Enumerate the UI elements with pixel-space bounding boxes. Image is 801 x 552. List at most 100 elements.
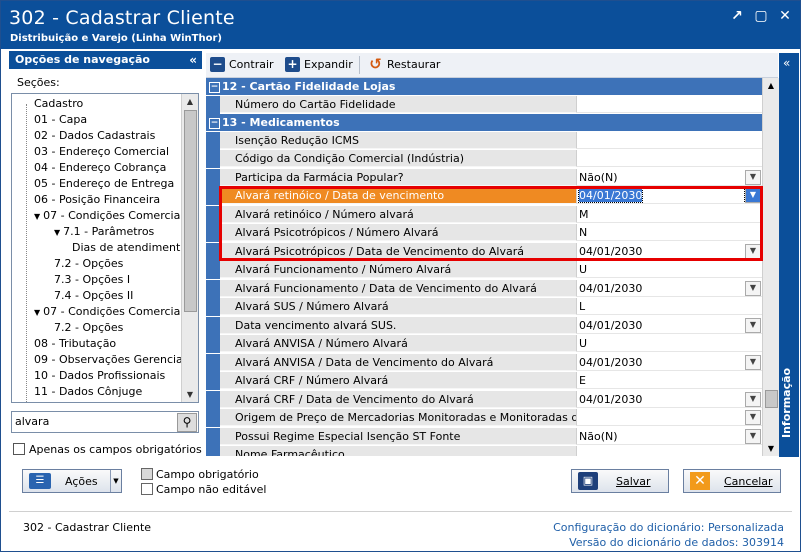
collapse-button[interactable]: − Contrair bbox=[210, 57, 274, 72]
restore-button[interactable]: ↺ Restaurar bbox=[368, 57, 440, 72]
property-row[interactable]: Alvará Psicotrópicos / Número Alvará N bbox=[206, 224, 763, 242]
search-icon[interactable]: ⚲ bbox=[177, 413, 197, 432]
dropdown-icon[interactable]: ▼ bbox=[745, 281, 761, 296]
property-row[interactable]: Alvará ANVISA / Número Alvará U bbox=[206, 335, 763, 353]
dropdown-icon[interactable]: ▼ bbox=[745, 355, 761, 370]
property-row[interactable]: Origem de Preço de Mercadorias Monitorad… bbox=[206, 409, 763, 427]
grid-scrollbar[interactable]: ▲ ▼ bbox=[762, 78, 779, 456]
grid-scroll-up-icon[interactable]: ▲ bbox=[763, 78, 779, 93]
property-value-text[interactable]: 04/01/2030 bbox=[579, 393, 642, 406]
property-value[interactable]: 04/01/2030 ▼ bbox=[577, 354, 763, 371]
scroll-thumb[interactable] bbox=[184, 110, 197, 312]
dropdown-icon[interactable]: ▼ bbox=[745, 392, 761, 407]
actions-dropdown-icon[interactable]: ▼ bbox=[110, 470, 121, 492]
property-value-text[interactable]: 04/01/2030 bbox=[579, 356, 642, 369]
tree-item[interactable]: Dias de atendimento bbox=[72, 240, 182, 255]
dropdown-icon[interactable]: ▼ bbox=[745, 429, 761, 444]
info-panel[interactable]: « Informação bbox=[779, 53, 799, 457]
property-value-text[interactable]: 04/01/2030 bbox=[577, 188, 644, 203]
property-row[interactable]: Possui Regime Especial Isenção ST Fonte N… bbox=[206, 428, 763, 446]
expander-icon[interactable]: ▼ bbox=[54, 228, 60, 237]
property-value[interactable]: 04/01/2030 ▼ bbox=[577, 317, 763, 334]
expand-button[interactable]: + Expandir bbox=[285, 57, 353, 72]
tree-item[interactable]: 7.2 - Opções bbox=[54, 256, 123, 271]
tree-item[interactable]: 7.3 - Opções I bbox=[54, 272, 130, 287]
tree-scrollbar[interactable]: ▲ ▼ bbox=[181, 94, 198, 402]
property-row[interactable]: Data vencimento alvará SUS. 04/01/2030 ▼ bbox=[206, 317, 763, 335]
expander-icon[interactable]: ▼ bbox=[34, 308, 40, 317]
property-row[interactable]: Alvará retinóico / Número alvará M bbox=[206, 206, 763, 224]
tree-item[interactable]: 7.2 - Opções bbox=[54, 320, 123, 335]
property-value[interactable]: 04/01/2030 ▼ bbox=[577, 280, 763, 297]
property-value[interactable]: ▼ bbox=[577, 409, 763, 426]
property-value-text[interactable]: Não(N) bbox=[579, 171, 618, 184]
property-value-text[interactable]: 04/01/2030 bbox=[579, 319, 642, 332]
property-value[interactable] bbox=[577, 446, 763, 456]
cancel-button[interactable]: ✕ Cancelar bbox=[683, 469, 781, 493]
grid-scroll-down-icon[interactable]: ▼ bbox=[763, 441, 779, 456]
category-header[interactable]: −13 - Medicamentos bbox=[206, 114, 763, 131]
maximize-window-icon[interactable]: ▢ bbox=[754, 9, 768, 23]
property-value[interactable]: L bbox=[577, 298, 763, 315]
property-row[interactable]: Número do Cartão Fidelidade bbox=[206, 96, 763, 114]
property-value[interactable]: 04/01/2030 ▼ bbox=[577, 187, 763, 204]
property-value-text[interactable]: U bbox=[579, 337, 587, 350]
search-input[interactable]: alvara bbox=[15, 415, 49, 428]
scroll-up-icon[interactable]: ▲ bbox=[182, 94, 198, 109]
collapse-category-icon[interactable]: − bbox=[209, 82, 220, 93]
dropdown-icon[interactable]: ▼ bbox=[744, 187, 762, 203]
collapse-info-icon[interactable]: « bbox=[783, 56, 790, 70]
tree-item[interactable]: Cadastro bbox=[34, 96, 83, 111]
collapse-sidebar-icon[interactable]: « bbox=[189, 51, 197, 69]
tree-item[interactable]: ▼ 07 - Condições Comerciais bbox=[34, 208, 182, 223]
info-panel-label[interactable]: Informação bbox=[780, 368, 793, 438]
required-only-checkbox[interactable]: Apenas os campos obrigatórios bbox=[13, 443, 202, 456]
tree-item[interactable]: 03 - Endereço Comercial bbox=[34, 144, 169, 159]
property-value-text[interactable]: N bbox=[579, 226, 587, 239]
property-row[interactable]: Nome Farmacêutico bbox=[206, 446, 763, 456]
scroll-down-icon[interactable]: ▼ bbox=[182, 387, 198, 402]
property-value-text[interactable]: L bbox=[579, 300, 585, 313]
property-row[interactable]: Alvará CRF / Data de Vencimento do Alvar… bbox=[206, 391, 763, 409]
tree-item[interactable]: ▼ 07 - Condições Comerciais bbox=[34, 304, 182, 319]
property-row[interactable]: Alvará CRF / Número Alvará E bbox=[206, 372, 763, 390]
property-value-text[interactable]: E bbox=[579, 374, 586, 387]
property-row[interactable]: Alvará Funcionamento / Número Alvará U bbox=[206, 261, 763, 279]
property-row[interactable]: Alvará SUS / Número Alvará L bbox=[206, 298, 763, 316]
property-value[interactable] bbox=[577, 132, 763, 149]
checkbox-box[interactable] bbox=[13, 443, 25, 455]
tree-item[interactable]: 10 - Dados Profissionais bbox=[34, 368, 165, 383]
property-row[interactable]: Isenção Redução ICMS bbox=[206, 132, 763, 150]
property-value-text[interactable]: 04/01/2030 bbox=[579, 245, 642, 258]
property-value[interactable]: N bbox=[577, 224, 763, 241]
property-value[interactable] bbox=[577, 150, 763, 167]
property-value[interactable]: U bbox=[577, 335, 763, 352]
property-value-text[interactable]: 04/01/2030 bbox=[579, 282, 642, 295]
search-field[interactable]: alvara ⚲ bbox=[11, 411, 199, 433]
tree-item[interactable]: 09 - Observações Gerenciais bbox=[34, 352, 182, 367]
property-value[interactable]: U bbox=[577, 261, 763, 278]
property-value[interactable]: M bbox=[577, 206, 763, 223]
tree-item[interactable]: 05 - Endereço de Entrega bbox=[34, 176, 174, 191]
expander-icon[interactable]: ▼ bbox=[34, 212, 40, 221]
property-row[interactable]: Alvará ANVISA / Data de Vencimento do Al… bbox=[206, 354, 763, 372]
category-header[interactable]: −12 - Cartão Fidelidade Lojas bbox=[206, 78, 763, 95]
property-row[interactable]: Participa da Farmácia Popular? Não(N) ▼ bbox=[206, 169, 763, 187]
property-value-text[interactable]: Não(N) bbox=[579, 430, 618, 443]
property-row[interactable]: Alvará Psicotrópicos / Data de Venciment… bbox=[206, 243, 763, 261]
tree-item[interactable]: 01 - Capa bbox=[34, 112, 87, 127]
actions-button[interactable]: ☰ Ações ▼ bbox=[22, 469, 122, 493]
dropdown-icon[interactable]: ▼ bbox=[745, 318, 761, 333]
grid-scroll-thumb[interactable] bbox=[765, 390, 778, 408]
tree-item[interactable]: 04 - Endereço Cobrança bbox=[34, 160, 166, 175]
save-button[interactable]: ▣ Salvar bbox=[571, 469, 669, 493]
close-window-icon[interactable]: ✕ bbox=[778, 9, 792, 23]
tree-item[interactable]: 06 - Posição Financeira bbox=[34, 192, 160, 207]
property-row[interactable]: Código da Condição Comercial (Indústria) bbox=[206, 150, 763, 168]
property-value-text[interactable]: U bbox=[579, 263, 587, 276]
restore-window-icon[interactable]: ↗ bbox=[730, 9, 744, 23]
sections-tree[interactable]: Cadastro 01 - Capa 02 - Dados Cadastrais 03… bbox=[11, 93, 199, 403]
dropdown-icon[interactable]: ▼ bbox=[745, 170, 761, 185]
tree-item[interactable]: ▼ 7.1 - Parâmetros bbox=[54, 224, 154, 239]
property-row[interactable]: Alvará Funcionamento / Data de Venciment… bbox=[206, 280, 763, 298]
